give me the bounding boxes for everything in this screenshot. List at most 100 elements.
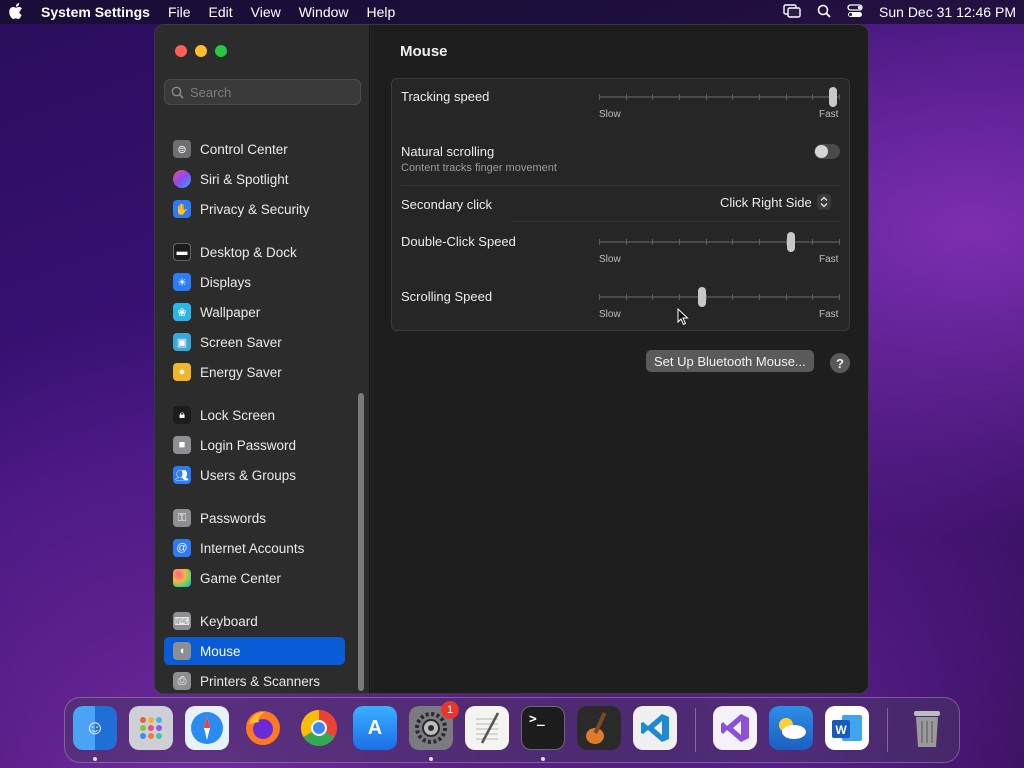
natural-scrolling-description: Content tracks finger movement	[401, 162, 557, 174]
launchpad-icon[interactable]	[129, 706, 173, 750]
sidebar-item-label: Screen Saver	[200, 334, 282, 350]
sidebar-item-label: Keyboard	[200, 613, 258, 629]
finder-icon[interactable]: ☺	[73, 706, 117, 750]
sidebar-item-desktop-dock[interactable]: ▬ Desktop & Dock	[164, 238, 345, 266]
trash-icon[interactable]	[905, 706, 949, 750]
sidebar-item-mouse[interactable]: ◖ Mouse	[164, 637, 345, 665]
sidebar-item-label: Users & Groups	[200, 467, 297, 483]
sidebar-item-game-center[interactable]: Game Center	[164, 564, 345, 592]
slider-tick	[679, 94, 680, 100]
screen-mirroring-icon[interactable]	[775, 3, 809, 21]
sidebar-scrollbar[interactable]	[358, 393, 364, 691]
slider-tick	[599, 294, 600, 300]
search-field[interactable]: Search	[164, 79, 361, 105]
sidebar-item-users-groups[interactable]: 👥︎ Users & Groups	[164, 461, 345, 489]
sidebar-item-label: Wallpaper	[200, 304, 261, 320]
app-menu[interactable]: System Settings	[32, 4, 159, 20]
firefox-icon[interactable]	[241, 706, 285, 750]
divider	[512, 221, 840, 222]
slider-knob[interactable]	[829, 87, 837, 107]
slider-tick	[812, 94, 814, 100]
garageband-icon[interactable]	[577, 706, 621, 750]
app-store-icon[interactable]: A	[353, 706, 397, 750]
natural-scrolling-toggle[interactable]	[814, 144, 840, 159]
weather-icon[interactable]	[769, 706, 813, 750]
slider-tick	[625, 294, 627, 300]
menu-view[interactable]: View	[242, 4, 290, 20]
setup-bluetooth-mouse-button[interactable]: Set Up Bluetooth Mouse...	[646, 350, 814, 372]
search-placeholder: Search	[190, 84, 232, 100]
sidebar-item-label: Mouse	[200, 643, 241, 659]
sidebar-item-lock-screen[interactable]: 🔒︎ Lock Screen	[164, 401, 345, 429]
search-icon	[171, 86, 184, 99]
dock: ☺ A >_ W	[64, 697, 960, 763]
settings-group: Tracking speed Slow Fast Natural scrolli…	[391, 78, 850, 331]
secondary-click-value: Click Right Side	[720, 194, 812, 210]
notification-badge: 1	[441, 701, 459, 719]
sidebar-item-wallpaper[interactable]: ❀ Wallpaper	[164, 298, 345, 326]
tracking-slow-label: Slow	[599, 109, 621, 120]
slider-track[interactable]	[599, 96, 839, 98]
sidebar-item-label: Game Center	[200, 570, 282, 586]
sidebar-item-energy-saver[interactable]: ● Energy Saver	[164, 358, 345, 386]
control-center-icon: ⊜	[173, 140, 191, 158]
visual-studio-icon[interactable]	[713, 706, 757, 750]
slider-knob[interactable]	[698, 287, 707, 307]
menu-window[interactable]: Window	[290, 4, 358, 20]
menubar-clock[interactable]: Sun Dec 31 12:46 PM	[871, 4, 1024, 20]
sidebar-item-passwords[interactable]: ⚿ Passwords	[164, 504, 345, 532]
minimize-button[interactable]	[195, 45, 207, 57]
slider-tick	[732, 294, 734, 300]
sidebar-item-keyboard[interactable]: ⌨ Keyboard	[164, 607, 345, 635]
sidebar-item-control-center[interactable]: ⊜ Control Center	[164, 135, 345, 163]
double-click-speed-label: Double-Click Speed	[401, 234, 516, 249]
menu-edit[interactable]: Edit	[200, 4, 242, 20]
close-button[interactable]	[175, 45, 187, 57]
menu-file[interactable]: File	[159, 4, 200, 20]
sidebar-item-privacy-security[interactable]: ✋ Privacy & Security	[164, 195, 345, 223]
sidebar-item-siri-spotlight[interactable]: Siri & Spotlight	[164, 165, 345, 193]
main-pane: Mouse Tracking speed Slow Fast Natural s…	[371, 25, 868, 693]
chrome-icon[interactable]	[297, 706, 341, 750]
help-button[interactable]: ?	[830, 353, 850, 373]
slider-tick	[705, 94, 707, 100]
word-icon[interactable]: W	[825, 706, 869, 750]
textedit-icon[interactable]	[465, 706, 509, 750]
sidebar-item-screen-saver[interactable]: ▣ Screen Saver	[164, 328, 345, 356]
zoom-button[interactable]	[215, 45, 227, 57]
slider-track[interactable]	[599, 296, 839, 298]
key-icon: ⚿	[173, 509, 191, 527]
window-controls	[175, 45, 227, 57]
control-center-icon[interactable]	[839, 3, 871, 21]
sidebar-item-label: Energy Saver	[200, 364, 282, 380]
vscode-icon[interactable]	[633, 706, 677, 750]
game-center-icon	[173, 569, 191, 587]
spotlight-search-icon[interactable]	[809, 4, 839, 21]
sidebar-item-printers-scanners[interactable]: ⎙ Printers & Scanners	[164, 667, 345, 693]
sidebar-item-login-password[interactable]: ■ Login Password	[164, 431, 345, 459]
users-icon: 👥︎	[173, 466, 191, 484]
printer-icon: ⎙	[173, 672, 191, 690]
apple-menu-icon[interactable]	[0, 2, 32, 22]
safari-icon[interactable]	[185, 706, 229, 750]
secondary-click-popup[interactable]: Click Right Side	[720, 194, 831, 210]
sidebar-item-internet-accounts[interactable]: @ Internet Accounts	[164, 534, 345, 562]
running-indicator	[429, 757, 433, 761]
slider-track[interactable]	[599, 241, 839, 243]
slider-tick	[732, 239, 734, 245]
toggle-knob	[815, 145, 828, 158]
menu-help[interactable]: Help	[358, 4, 405, 20]
sidebar-item-displays[interactable]: ☀ Displays	[164, 268, 345, 296]
slider-tick	[759, 239, 760, 245]
slider-tick	[705, 239, 707, 245]
sidebar-item-label: Login Password	[200, 437, 297, 453]
up-down-chevron-icon	[816, 194, 831, 210]
slider-tick	[759, 94, 760, 100]
running-indicator	[93, 757, 97, 761]
slider-tick	[839, 94, 840, 100]
slider-knob[interactable]	[787, 232, 795, 252]
slider-tick	[785, 294, 787, 300]
double-click-fast-label: Fast	[819, 254, 839, 265]
svg-text:W: W	[835, 723, 847, 737]
terminal-icon[interactable]: >_	[521, 706, 565, 750]
